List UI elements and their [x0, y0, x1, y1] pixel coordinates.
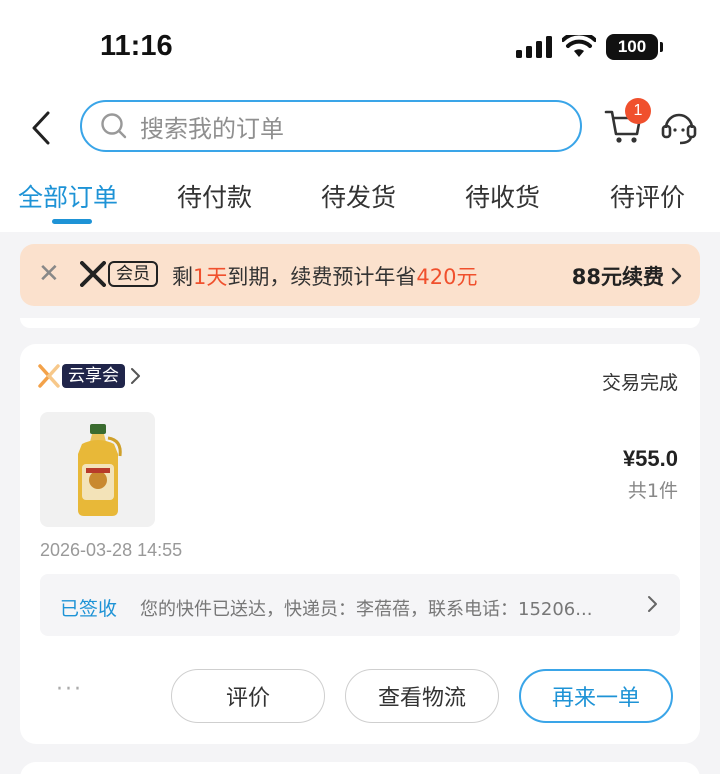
tab-all-orders[interactable]: 全部订单	[18, 178, 118, 214]
vip-logo: 会员	[80, 261, 158, 287]
logistics-row[interactable]: 已签收 您的快件已送达，快递员：李蓓蓓，联系电话：15206...	[40, 574, 680, 636]
logistics-detail: 您的快件已送达，快递员：李蓓蓓，联系电话：15206...	[140, 599, 593, 620]
order-quantity: 共1件	[627, 480, 678, 502]
chevron-right-icon	[671, 267, 682, 285]
view-logistics-button[interactable]: 查看物流	[345, 669, 499, 723]
shop-link[interactable]: 云享会	[38, 364, 143, 388]
search-input[interactable]: 搜索我的订单	[80, 100, 582, 152]
status-icons: 100	[516, 34, 663, 60]
signal-icon	[516, 36, 552, 58]
active-tab-indicator	[52, 219, 92, 224]
more-options-icon[interactable]: ···	[56, 677, 83, 702]
tab-pending-receipt[interactable]: 待收货	[465, 178, 540, 214]
status-bar: 11:16 100	[0, 0, 720, 96]
chevron-left-icon	[32, 111, 50, 145]
shop-logo-icon	[38, 364, 60, 388]
next-card-edge	[20, 762, 700, 774]
promo-message: 剩1天到期，续费预计年省420元	[172, 261, 477, 291]
vip-tag: 会员	[108, 261, 158, 287]
chevron-right-icon	[131, 368, 140, 384]
top-nav: 搜索我的订单 1	[0, 96, 720, 160]
product-thumbnail[interactable]	[40, 412, 155, 527]
brand-x-icon	[80, 261, 106, 287]
search-placeholder: 搜索我的订单	[140, 114, 284, 143]
reorder-button[interactable]: 再来一单	[519, 669, 673, 723]
search-icon	[101, 113, 127, 139]
close-icon[interactable]: ✕	[38, 260, 60, 288]
customer-service-icon[interactable]	[660, 108, 698, 146]
promo-saving: 420元	[416, 265, 478, 289]
order-card[interactable]: 云享会 交易完成 ¥55.0 共1件 2026-03-28 14:55 已签收 …	[20, 344, 700, 744]
tab-pending-shipment[interactable]: 待发货	[321, 178, 396, 214]
logistics-status: 已签收	[60, 598, 118, 620]
order-price: ¥55.0	[622, 446, 678, 471]
promo-mid: 到期，续费预计年省	[227, 265, 417, 289]
promo-prefix: 剩	[172, 265, 193, 289]
renew-label: 88元续费	[571, 265, 664, 289]
promo-days: 1天	[193, 265, 228, 289]
renew-button[interactable]: 88元续费	[572, 261, 684, 291]
wifi-icon	[562, 35, 596, 57]
chevron-right-icon	[648, 596, 657, 612]
tab-pending-payment[interactable]: 待付款	[177, 178, 252, 214]
oil-bottle-image	[77, 423, 122, 516]
tab-pending-review[interactable]: 待评价	[610, 178, 685, 214]
review-button[interactable]: 评价	[171, 669, 325, 723]
order-time: 2026-03-28 14:55	[40, 540, 183, 560]
battery-indicator: 100	[606, 34, 663, 60]
membership-banner[interactable]: ✕ 会员 剩1天到期，续费预计年省420元 88元续费	[20, 244, 700, 306]
previous-card-edge	[20, 318, 700, 328]
status-time: 11:16	[100, 30, 173, 62]
order-tabs: 全部订单 待付款 待发货 待收货 待评价	[0, 160, 720, 232]
shop-tag: 云享会	[62, 364, 125, 388]
cart-badge: 1	[625, 98, 651, 124]
back-button[interactable]	[26, 108, 56, 148]
order-status: 交易完成	[601, 372, 678, 394]
